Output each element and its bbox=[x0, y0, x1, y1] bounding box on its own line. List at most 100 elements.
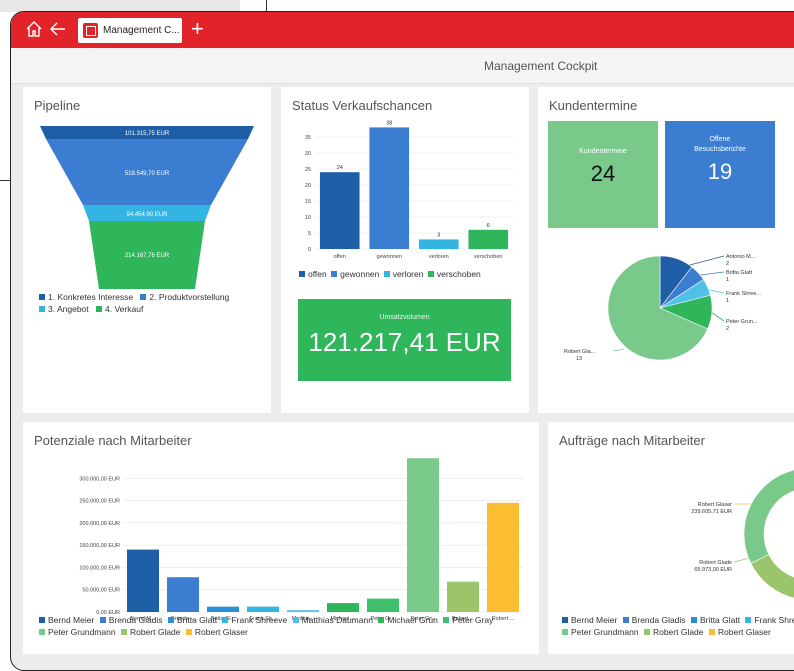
legend-label: Brenda Gladis bbox=[631, 615, 686, 625]
y-tick-label: 10 bbox=[305, 215, 311, 221]
funnel-label: 101.315,75 EUR bbox=[125, 131, 170, 137]
donut-callout-value: 65.973,00 EUR bbox=[694, 567, 732, 573]
pie-slice bbox=[743, 469, 794, 564]
status-panel: Status Verkaufschancen 0 5 10 15 20 25 30 35 24 o… bbox=[281, 87, 529, 413]
potenziale-bar-chart: 0,00 EUR50.000,00 EUR100.000,00 EUR150.0… bbox=[79, 458, 523, 622]
pie-value: 1 bbox=[726, 277, 729, 283]
back-arrow-icon[interactable] bbox=[49, 20, 67, 42]
legend-label: Bernd Meier bbox=[48, 615, 95, 625]
y-tick-label: 15 bbox=[305, 199, 311, 205]
legend-label: gewonnen bbox=[340, 269, 380, 279]
app-window: Management C... + Management Cockpit Pip… bbox=[10, 11, 794, 671]
y-tick-label: 30 bbox=[305, 151, 311, 157]
y-tick-label: 25 bbox=[305, 167, 311, 173]
y-tick-label: 200.000,00 EUR bbox=[79, 521, 120, 527]
status-bar-chart: 0 5 10 15 20 25 30 35 24 offen 38 gewonnen 3 verloren… bbox=[305, 120, 513, 260]
title-bar: Management C... + bbox=[11, 12, 794, 48]
legend-label: Peter Gray bbox=[452, 615, 494, 625]
umsatz-tile[interactable]: Umsatzvolumen 121.217,41 EUR bbox=[298, 299, 511, 381]
auftraege-panel: Aufträge nach Mitarbeiter Robert Glaser … bbox=[548, 422, 794, 654]
funnel-label: 214.167,76 EUR bbox=[125, 253, 170, 259]
bar bbox=[127, 549, 159, 612]
legend-label: Robert Glade bbox=[129, 627, 181, 637]
auftraege-donut-chart: Robert Glaser 239.605,71 EUR Robert Glad… bbox=[691, 469, 794, 599]
app-tab-icon bbox=[83, 23, 98, 38]
data-label: 3 bbox=[437, 232, 440, 238]
termine-panel: Kundentermine Kundentermine 24 Offene Be… bbox=[538, 87, 794, 413]
bar bbox=[407, 458, 439, 612]
termine-pie-chart: Antonio M... 2 Britta Glatt 1 Frank Shre… bbox=[564, 254, 761, 362]
y-tick-label: 0 bbox=[308, 247, 311, 253]
y-tick-label: 20 bbox=[305, 183, 311, 189]
pie-label: Peter Grun... bbox=[726, 319, 758, 325]
legend-label: Robert Glaser bbox=[717, 627, 771, 637]
pie-label: Britta Glatt bbox=[726, 270, 752, 276]
kpi-value: 121.217,41 EUR bbox=[308, 327, 501, 357]
panel-title: Status Verkaufschancen bbox=[292, 98, 433, 113]
x-tick-label: gewonnen bbox=[377, 254, 402, 260]
donut-callout-name: Robert Glaser bbox=[698, 502, 732, 508]
tab-label: Management C... bbox=[103, 25, 180, 36]
besuchsberichte-tile[interactable]: Offene Besuchsberichte 19 bbox=[665, 121, 775, 228]
legend-label: Peter Grundmann bbox=[571, 627, 639, 637]
bar bbox=[207, 606, 239, 612]
kpi-label: Offene Besuchsberichte bbox=[694, 136, 746, 153]
legend-label: Britta Glatt bbox=[176, 615, 218, 625]
add-tab-icon[interactable]: + bbox=[191, 17, 204, 41]
status-legend: offen gewonnen verloren verschoben bbox=[299, 268, 524, 280]
bar bbox=[287, 610, 319, 612]
legend-label: Frank Shreeve bbox=[754, 615, 794, 625]
legend-label: Matthias Daumann bbox=[301, 615, 373, 625]
panel-title: Pipeline bbox=[34, 98, 81, 113]
home-icon[interactable] bbox=[25, 20, 43, 42]
legend-label: 3. Angebot bbox=[48, 304, 89, 314]
auftraege-legend: Bernd Meier Brenda Gladis Britta Glatt F… bbox=[562, 614, 794, 638]
kundentermine-tile[interactable]: Kundentermine 24 bbox=[548, 121, 658, 228]
legend-label: verschoben bbox=[436, 269, 481, 279]
bar bbox=[367, 598, 399, 612]
legend-label: Peter Grundmann bbox=[48, 627, 116, 637]
funnel-label: 94.454,90 EUR bbox=[126, 212, 168, 218]
pipeline-funnel: 101.315,75 EUR 518.549,70 EUR 94.454,90 … bbox=[40, 126, 254, 289]
pie-slice bbox=[750, 554, 794, 599]
bar bbox=[447, 581, 479, 612]
donut-callout-name: Robert Glade bbox=[699, 560, 732, 566]
pie-label: Antonio M... bbox=[726, 254, 756, 260]
x-tick-label: offen bbox=[334, 254, 346, 260]
pie-value: 1 bbox=[726, 298, 729, 304]
legend-label: Frank Shreeve bbox=[231, 615, 288, 625]
legend-label: Bernd Meier bbox=[571, 615, 618, 625]
bar bbox=[319, 172, 360, 249]
legend-label: 1. Konkretes Interesse bbox=[48, 292, 134, 302]
pie-label: Robert Gla... bbox=[564, 349, 596, 355]
funnel-label: 518.549,70 EUR bbox=[125, 171, 170, 177]
pipeline-legend: 1. Konkretes Interesse 2. Produktvorstel… bbox=[39, 291, 264, 315]
data-label: 38 bbox=[386, 120, 392, 126]
x-tick-label: verloren bbox=[429, 254, 449, 260]
bar bbox=[468, 229, 509, 249]
y-tick-label: 300.000,00 EUR bbox=[79, 476, 120, 482]
bar bbox=[369, 127, 410, 249]
kpi-label: Umsatzvolumen bbox=[379, 314, 430, 321]
kpi-value: 19 bbox=[707, 159, 733, 184]
pipeline-panel: Pipeline 101.315,75 EUR 518.549,70 EUR 9… bbox=[23, 87, 271, 413]
y-tick-label: 35 bbox=[305, 135, 311, 141]
y-tick-label: 150.000,00 EUR bbox=[79, 543, 120, 549]
bar bbox=[487, 502, 519, 612]
panel-title: Potenziale nach Mitarbeiter bbox=[34, 433, 192, 448]
y-tick-label: 100.000,00 EUR bbox=[79, 565, 120, 571]
legend-label: Robert Glaser bbox=[194, 627, 248, 637]
page-title: Management Cockpit bbox=[484, 59, 598, 73]
x-tick-label: verschoben bbox=[474, 254, 502, 260]
legend-label: 2. Produktvorstellung bbox=[149, 292, 230, 302]
potenziale-panel: Potenziale nach Mitarbeiter 0,00 EUR 50.0… bbox=[23, 422, 539, 654]
pie-value: 2 bbox=[726, 326, 729, 332]
legend-label: 4. Verkauf bbox=[105, 304, 144, 314]
bar bbox=[167, 577, 199, 612]
data-label: 6 bbox=[487, 223, 490, 229]
y-tick-label: 5 bbox=[308, 231, 311, 237]
tab-management-cockpit[interactable]: Management C... bbox=[78, 18, 182, 43]
pie-value: 13 bbox=[576, 356, 582, 362]
y-tick-label: 50.000,00 EUR bbox=[82, 588, 120, 594]
bar bbox=[327, 603, 359, 612]
